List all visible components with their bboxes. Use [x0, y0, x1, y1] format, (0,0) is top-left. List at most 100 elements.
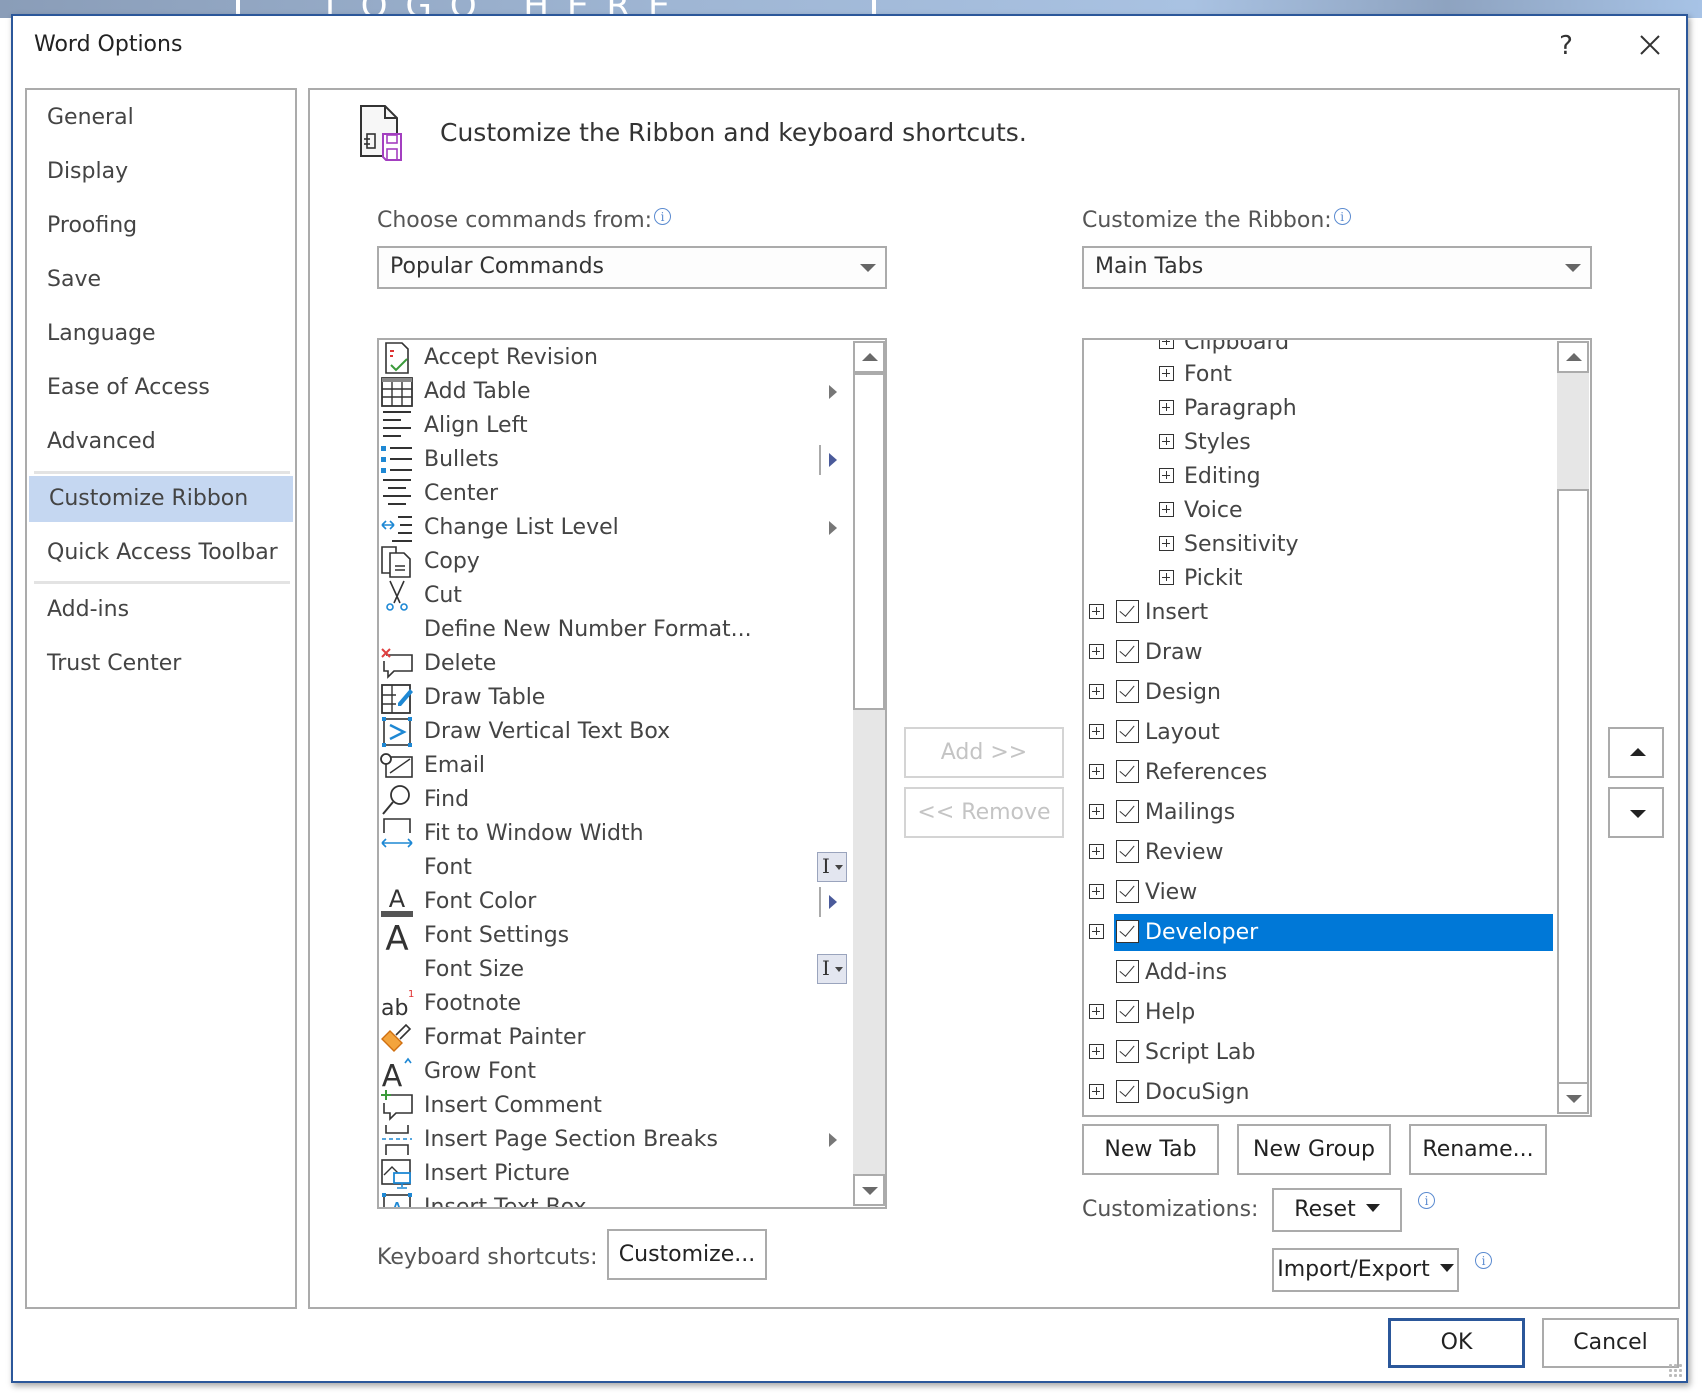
command-item[interactable]: Change List Level: [379, 511, 849, 545]
command-item[interactable]: A Insert Text Box: [379, 1191, 849, 1207]
expand-icon[interactable]: [1159, 502, 1174, 517]
nav-item-quick-access-toolbar[interactable]: Quick Access Toolbar: [27, 530, 293, 576]
command-item[interactable]: Bullets: [379, 443, 849, 477]
command-item[interactable]: Copy: [379, 545, 849, 579]
ribbon-tree-item[interactable]: DocuSign: [1084, 1074, 1553, 1111]
nav-item-proofing[interactable]: Proofing: [27, 203, 293, 249]
info-icon[interactable]: i: [1475, 1252, 1492, 1269]
scroll-down-button[interactable]: [853, 1174, 885, 1206]
expand-icon[interactable]: [1159, 570, 1174, 585]
choose-commands-dropdown[interactable]: Popular Commands: [377, 246, 887, 289]
ribbon-tree-item[interactable]: Layout: [1084, 714, 1553, 751]
scrollbar-thumb[interactable]: [853, 373, 885, 710]
command-item[interactable]: Draw Table: [379, 681, 849, 715]
scrollbar-track[interactable]: [1557, 373, 1589, 489]
expand-icon[interactable]: [1159, 536, 1174, 551]
command-item[interactable]: Font Size I: [379, 953, 849, 987]
ribbon-tree-item[interactable]: Draw: [1084, 634, 1553, 671]
ribbon-tree-item[interactable]: References: [1084, 754, 1553, 791]
ribbon-tree-item[interactable]: Review: [1084, 834, 1553, 871]
tab-checkbox[interactable]: [1116, 840, 1139, 863]
tab-checkbox[interactable]: [1116, 920, 1139, 943]
nav-item-advanced[interactable]: Advanced: [27, 419, 293, 465]
command-item[interactable]: A Font Settings: [379, 919, 849, 959]
nav-item-add-ins[interactable]: Add-ins: [27, 587, 293, 633]
expand-icon[interactable]: [1159, 400, 1174, 415]
expand-icon[interactable]: [1089, 764, 1104, 779]
command-item[interactable]: Insert Picture: [379, 1157, 849, 1191]
expand-icon[interactable]: [1089, 804, 1104, 819]
nav-item-trust-center[interactable]: Trust Center: [27, 641, 293, 687]
scroll-down-button[interactable]: [1557, 1082, 1589, 1114]
help-button[interactable]: ?: [1546, 28, 1586, 64]
tab-checkbox[interactable]: [1116, 600, 1139, 623]
resize-grip[interactable]: [1668, 1363, 1682, 1377]
tab-checkbox[interactable]: [1116, 800, 1139, 823]
nav-item-customize-ribbon[interactable]: Customize Ribbon: [29, 476, 293, 522]
ribbon-tree-item[interactable]: Styles: [1084, 426, 1553, 460]
tab-checkbox[interactable]: [1116, 680, 1139, 703]
command-item[interactable]: A Grow Font: [379, 1055, 849, 1094]
command-item[interactable]: Fit to Window Width: [379, 817, 849, 851]
expand-icon[interactable]: [1159, 366, 1174, 381]
tab-checkbox[interactable]: [1116, 1080, 1139, 1103]
command-item[interactable]: Draw Vertical Text Box: [379, 715, 849, 749]
expand-icon[interactable]: [1089, 684, 1104, 699]
import-export-button[interactable]: Import/Export: [1272, 1248, 1459, 1292]
commands-scrollbar[interactable]: [853, 341, 885, 1206]
reset-button[interactable]: Reset: [1272, 1188, 1402, 1232]
info-icon[interactable]: i: [1333, 208, 1351, 225]
ribbon-tree-item[interactable]: Help: [1084, 994, 1553, 1031]
ribbon-tree-item[interactable]: Mailings: [1084, 794, 1553, 831]
customize-shortcuts-button[interactable]: Customize...: [607, 1229, 767, 1280]
add-button[interactable]: Add >>: [904, 727, 1064, 778]
move-down-button[interactable]: [1608, 787, 1664, 838]
nav-item-language[interactable]: Language: [27, 311, 293, 357]
ribbon-tree-item[interactable]: Add-ins: [1084, 954, 1553, 991]
ribbon-tree-item[interactable]: Script Lab: [1084, 1034, 1553, 1071]
expand-icon[interactable]: [1159, 468, 1174, 483]
ribbon-tree-item[interactable]: Developer: [1089, 914, 1553, 951]
tab-checkbox[interactable]: [1116, 760, 1139, 783]
commands-list[interactable]: Accept Revision Add Table Align Left Bullet…: [377, 338, 887, 1209]
expand-icon[interactable]: [1089, 1004, 1104, 1019]
ribbon-tree-item[interactable]: Voice: [1084, 494, 1553, 528]
close-button[interactable]: [1630, 28, 1670, 64]
new-group-button[interactable]: New Group: [1237, 1124, 1391, 1175]
tab-checkbox[interactable]: [1116, 1000, 1139, 1023]
expand-icon[interactable]: [1159, 434, 1174, 449]
rename-button[interactable]: Rename...: [1409, 1124, 1547, 1175]
tab-checkbox[interactable]: [1116, 960, 1139, 983]
move-up-button[interactable]: [1608, 727, 1664, 778]
command-item[interactable]: Align Left: [379, 409, 849, 443]
command-item[interactable]: Email: [379, 749, 849, 783]
command-item[interactable]: Center: [379, 477, 849, 511]
command-item[interactable]: Find: [379, 783, 849, 817]
command-item[interactable]: Cut: [379, 579, 849, 613]
info-icon[interactable]: i: [654, 208, 672, 225]
expand-icon[interactable]: [1089, 604, 1104, 619]
ok-button[interactable]: OK: [1388, 1318, 1525, 1368]
expand-icon[interactable]: [1089, 1084, 1104, 1099]
ribbon-tree-item[interactable]: Pickit: [1084, 562, 1553, 596]
expand-icon[interactable]: [1159, 340, 1174, 349]
scrollbar-thumb[interactable]: [1557, 489, 1589, 1092]
command-item[interactable]: Add Table: [379, 375, 849, 409]
ribbon-tree-item[interactable]: Clipboard: [1084, 340, 1553, 360]
tab-checkbox[interactable]: [1116, 720, 1139, 743]
expand-icon[interactable]: [1089, 844, 1104, 859]
ribbon-tree-item[interactable]: Paragraph: [1084, 392, 1553, 426]
command-item[interactable]: Accept Revision: [379, 341, 849, 375]
nav-item-ease-of-access[interactable]: Ease of Access: [27, 365, 293, 411]
ribbon-tree-item[interactable]: Insert: [1084, 594, 1553, 631]
scrollbar-track[interactable]: [853, 710, 885, 1174]
command-item[interactable]: Insert Page Section Breaks: [379, 1123, 849, 1157]
ribbon-tree-item[interactable]: Editing: [1084, 460, 1553, 494]
tab-checkbox[interactable]: [1116, 1040, 1139, 1063]
ribbon-tree-item[interactable]: Sensitivity: [1084, 528, 1553, 562]
ribbon-tabs-tree[interactable]: Clipboard Font Paragraph Styles Editing Voice…: [1082, 338, 1592, 1117]
nav-item-save[interactable]: Save: [27, 257, 293, 303]
scroll-up-button[interactable]: [853, 341, 885, 373]
expand-icon[interactable]: [1089, 884, 1104, 899]
command-item[interactable]: Delete: [379, 647, 849, 681]
